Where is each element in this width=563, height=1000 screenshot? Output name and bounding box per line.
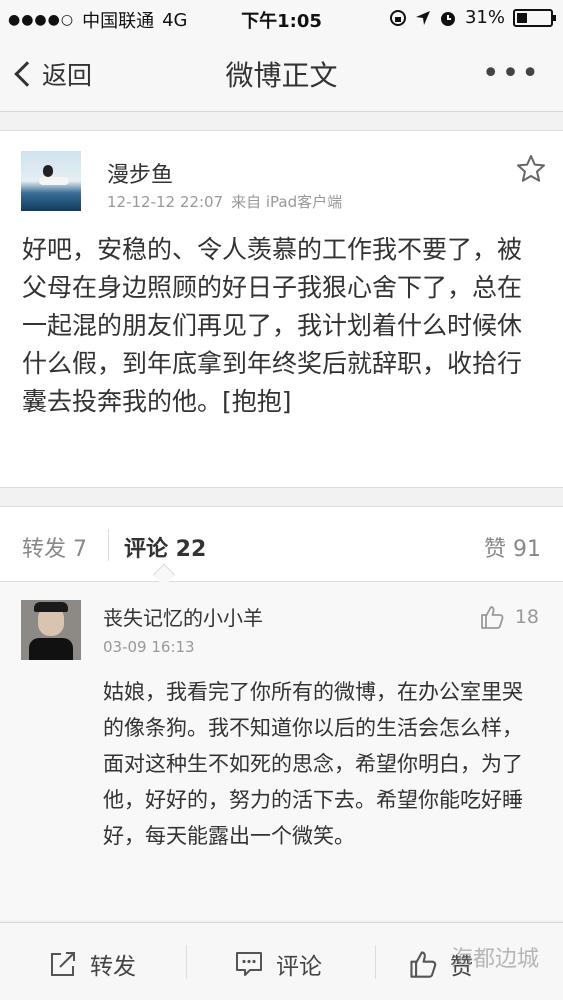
- comment-like-count: 18: [514, 606, 539, 628]
- tab-reposts[interactable]: 转发 7: [22, 531, 87, 563]
- comment-icon: [236, 952, 262, 976]
- avatar-figure-head: [43, 165, 53, 177]
- thumbs-up-icon: [480, 606, 504, 629]
- tab-likes[interactable]: 赞 91: [484, 531, 541, 563]
- more-options-button[interactable]: •••: [482, 59, 541, 89]
- comment-label: 评论: [276, 954, 322, 980]
- author-avatar[interactable]: [21, 151, 81, 211]
- post-timestamp: 12-12-12 22:07: [107, 193, 224, 211]
- comment-like-button[interactable]: 18: [479, 604, 539, 630]
- battery-percent: 31%: [464, 7, 505, 28]
- tab-divider: [108, 529, 109, 561]
- post-meta: 12-12-12 22:07 来自 iPad客户端: [107, 191, 342, 212]
- nav-bar: 返回 微博正文 •••: [0, 36, 563, 112]
- battery-icon: [513, 8, 556, 27]
- avatar-figure-body: [39, 177, 69, 185]
- alarm-icon: [440, 11, 455, 26]
- commenter-name[interactable]: 丧失记忆的小小羊: [103, 602, 263, 631]
- comment-body-text: 姑娘，我看完了你所有的微博，在办公室里哭的像条狗。我不知道你以后的生活会怎么样，…: [103, 680, 523, 848]
- location-arrow-icon: [415, 10, 430, 25]
- battery-fill: [517, 12, 527, 23]
- star-icon[interactable]: [515, 153, 547, 185]
- status-bar: ●●●●○ 中国联通 4G 下午1:05 31%: [0, 0, 563, 36]
- comment-button[interactable]: 评论: [234, 947, 322, 981]
- tabs-bar: 转发 7 评论 22 赞 91: [0, 506, 563, 582]
- toolbar-divider: [186, 945, 187, 979]
- watermark: 海都边城: [450, 947, 539, 972]
- post-source: 来自 iPad客户端: [231, 193, 343, 211]
- repost-icon: [51, 952, 75, 976]
- thumbs-up-icon: [410, 951, 437, 978]
- repost-button[interactable]: 转发: [48, 947, 136, 981]
- comment-time: 03-09 16:13: [103, 638, 195, 656]
- toolbar-divider: [375, 945, 376, 979]
- commenter-avatar[interactable]: [21, 600, 81, 660]
- avatar-hat: [34, 602, 68, 612]
- post-author-name[interactable]: 漫步鱼: [107, 157, 173, 189]
- post-body-text: 好吧，安稳的、令人羡慕的工作我不要了，被父母在身边照顾的好日子我狠心舍下了，总在…: [22, 235, 523, 416]
- comment-item: 丧失记忆的小小羊 03-09 16:13 18 姑娘，我看完了你所有的微博，在办…: [0, 582, 563, 920]
- page-title: 微博正文: [225, 59, 338, 92]
- tab-comments[interactable]: 评论 22: [124, 531, 206, 563]
- bottom-toolbar: 转发 评论 赞 海都边城: [0, 922, 563, 1000]
- rotation-lock-icon: [389, 9, 406, 26]
- avatar-body: [29, 638, 73, 660]
- repost-label: 转发: [90, 954, 136, 980]
- post-card: 漫步鱼 12-12-12 22:07 来自 iPad客户端 好吧，安稳的、令人羡慕…: [0, 130, 563, 488]
